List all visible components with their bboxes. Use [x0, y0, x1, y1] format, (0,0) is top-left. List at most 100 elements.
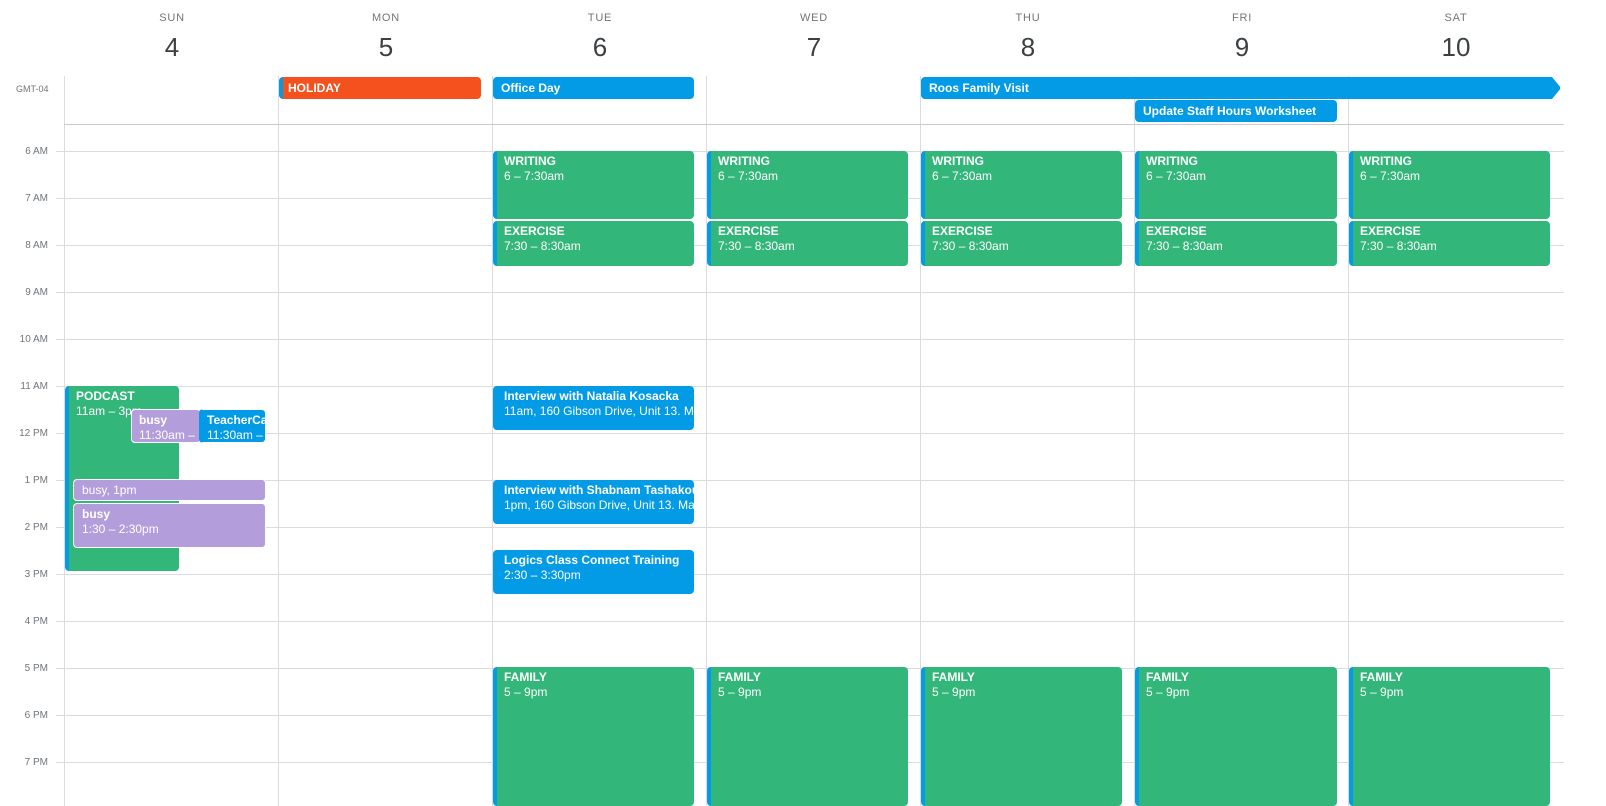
event-title: HOLIDAY [288, 81, 341, 95]
event-exercise[interactable]: EXERCISE 7:30 – 8:30am [707, 221, 908, 266]
time-label: 6 PM [24, 710, 48, 721]
hour-line [56, 480, 1564, 481]
event-busy-130[interactable]: busy 1:30 – 2:30pm [73, 503, 266, 548]
event-title: Interview with Natalia Kosacka [504, 389, 679, 403]
event-time: 7:30 – 8:30am [504, 239, 581, 253]
all-day-separator [64, 124, 1564, 125]
event-title: EXERCISE [1146, 224, 1207, 238]
event-exercise[interactable]: EXERCISE 7:30 – 8:30am [493, 221, 694, 266]
day-header-sat[interactable]: SAT 10 [1349, 0, 1563, 76]
day-number[interactable]: 7 [707, 32, 921, 63]
event-title: Roos Family Visit [929, 81, 1029, 95]
time-label: 10 AM [19, 334, 48, 345]
all-day-event-office-day[interactable]: Office Day [493, 77, 694, 99]
time-label: 1 PM [24, 475, 48, 486]
event-writing[interactable]: WRITING 6 – 7:30am [493, 151, 694, 219]
event-title: WRITING [504, 154, 556, 168]
event-logics-training[interactable]: Logics Class Connect Training 2:30 – 3:3… [493, 550, 694, 594]
event-family[interactable]: FAMILY 5 – 9pm [1135, 667, 1337, 806]
time-label: 4 PM [24, 616, 48, 627]
timezone-label: GMT-04 [16, 84, 49, 94]
day-header-mon[interactable]: MON 5 [279, 0, 493, 76]
event-title: busy [82, 507, 111, 521]
event-exercise[interactable]: EXERCISE 7:30 – 8:30am [1135, 221, 1337, 266]
event-time: 7:30 – 8:30am [1146, 239, 1223, 253]
day-header-sun[interactable]: SUN 4 [65, 0, 279, 76]
time-label: 3 PM [24, 569, 48, 580]
event-time: 7:30 – 8:30am [1360, 239, 1437, 253]
event-busy-1pm[interactable]: busy, 1pm [73, 479, 266, 501]
all-day-event-holiday[interactable]: HOLIDAY [279, 77, 481, 99]
time-label: 9 AM [25, 287, 48, 298]
event-time: 11:30am – 12:15pm [207, 428, 265, 442]
event-family[interactable]: FAMILY 5 – 9pm [921, 667, 1122, 806]
day-number[interactable]: 4 [65, 32, 279, 63]
event-family[interactable]: FAMILY 5 – 9pm [493, 667, 694, 806]
event-teachercast[interactable]: TeacherCast 11:30am – 12:15pm [199, 409, 266, 443]
event-title: Office Day [501, 81, 561, 95]
event-time: 7:30 – 8:30am [932, 239, 1009, 253]
event-family[interactable]: FAMILY 5 – 9pm [1349, 667, 1550, 806]
day-header-tue[interactable]: TUE 6 [493, 0, 707, 76]
day-header-thu[interactable]: THU 8 [921, 0, 1135, 76]
day-header-wed[interactable]: WED 7 [707, 0, 921, 76]
event-title: Update Staff Hours Worksheet [1143, 104, 1317, 118]
event-interview-natalia[interactable]: Interview with Natalia Kosacka 11am, 160… [493, 386, 694, 430]
event-time: 6 – 7:30am [932, 169, 993, 183]
time-label: 2 PM [24, 522, 48, 533]
hour-line [56, 292, 1564, 293]
hour-line [56, 574, 1564, 575]
event-exercise[interactable]: EXERCISE 7:30 – 8:30am [1349, 221, 1550, 266]
event-title: EXERCISE [718, 224, 779, 238]
event-time: 5 – 9pm [504, 685, 548, 699]
all-day-event-staff-hours[interactable]: Update Staff Hours Worksheet [1135, 100, 1337, 122]
event-title: busy [139, 413, 168, 427]
event-title: Interview with Shabnam Tashakour [504, 483, 694, 497]
day-of-week: WED [799, 12, 829, 24]
event-time: 5 – 9pm [932, 685, 976, 699]
event-time: 1:30 – 2:30pm [82, 522, 159, 536]
event-title: Logics Class Connect Training [504, 553, 680, 567]
event-title: TeacherCast [207, 413, 265, 427]
all-day-event-roos-family-visit[interactable]: Roos Family Visit [921, 77, 1560, 99]
event-time: 6 – 7:30am [1360, 169, 1421, 183]
event-title: EXERCISE [932, 224, 993, 238]
day-header-fri[interactable]: FRI 9 [1135, 0, 1349, 76]
day-of-week: FRI [1231, 12, 1253, 24]
time-label: 5 PM [24, 663, 48, 674]
event-exercise[interactable]: EXERCISE 7:30 – 8:30am [921, 221, 1122, 266]
hour-line [56, 527, 1564, 528]
event-writing[interactable]: WRITING 6 – 7:30am [707, 151, 908, 219]
day-of-week: MON [371, 12, 401, 24]
time-label: 8 AM [25, 240, 48, 251]
event-title: FAMILY [504, 670, 547, 684]
day-of-week: THU [1015, 12, 1041, 24]
event-title: EXERCISE [504, 224, 565, 238]
hour-line [56, 621, 1564, 622]
event-writing[interactable]: WRITING 6 – 7:30am [1135, 151, 1337, 219]
event-interview-shabnam[interactable]: Interview with Shabnam Tashakour 1pm, 16… [493, 480, 694, 524]
event-time: 5 – 9pm [718, 685, 762, 699]
event-writing[interactable]: WRITING 6 – 7:30am [921, 151, 1122, 219]
day-number[interactable]: 5 [279, 32, 493, 63]
time-label: 7 PM [24, 757, 48, 768]
event-time: 7:30 – 8:30am [718, 239, 795, 253]
day-number[interactable]: 10 [1349, 32, 1563, 63]
day-of-week: SAT [1444, 12, 1468, 24]
time-label: 11 AM [20, 381, 48, 392]
event-busy[interactable]: busy 11:30am – 12:15pm [131, 409, 201, 443]
day-number[interactable]: 8 [921, 32, 1135, 63]
event-title: WRITING [718, 154, 770, 168]
event-title: FAMILY [718, 670, 761, 684]
day-number[interactable]: 6 [493, 32, 707, 63]
event-time: 6 – 7:30am [504, 169, 565, 183]
event-time: 6 – 7:30am [1146, 169, 1207, 183]
event-time: 5 – 9pm [1146, 685, 1190, 699]
day-number[interactable]: 9 [1135, 32, 1349, 63]
hour-line [56, 433, 1564, 434]
event-time: 11am, 160 Gibson Drive, Unit 13. Markham [504, 404, 694, 418]
event-writing[interactable]: WRITING 6 – 7:30am [1349, 151, 1550, 219]
event-title: WRITING [1146, 154, 1198, 168]
event-family[interactable]: FAMILY 5 – 9pm [707, 667, 908, 806]
event-title: PODCAST [76, 389, 135, 403]
